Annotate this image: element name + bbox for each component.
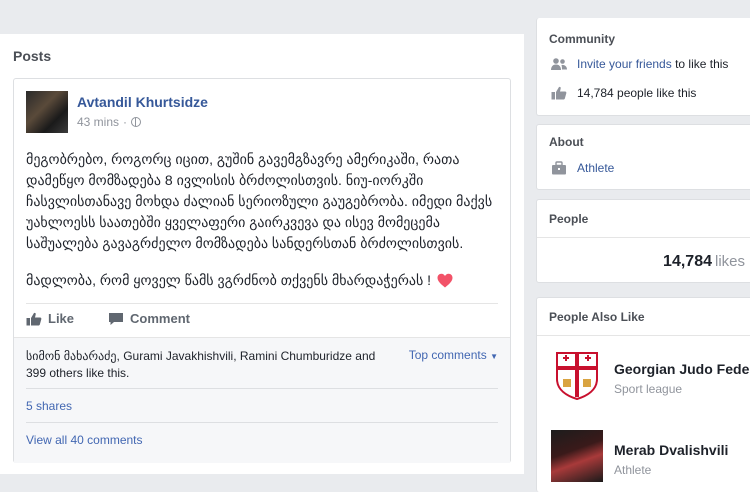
post-author-link[interactable]: Avtandil Khurtsidze (77, 94, 208, 110)
invite-friends-row: Invite your friends to like this (551, 57, 728, 71)
people-also-like-heading: People Also Like (549, 310, 645, 324)
suggested-page-category: Athlete (614, 463, 652, 477)
about-heading: About (549, 135, 584, 149)
community-heading: Community (549, 32, 615, 46)
invite-friends-link[interactable]: Invite your friends (577, 57, 672, 71)
heart-icon (437, 273, 453, 288)
like-button[interactable]: Like (26, 311, 74, 326)
view-all-comments-link[interactable]: View all 40 comments (26, 433, 143, 447)
top-comments-label: Top comments (408, 348, 487, 362)
post-actions: Like Comment (26, 311, 190, 326)
about-category-link[interactable]: Athlete (577, 161, 614, 175)
community-box: Community Invite your friends to like th… (536, 18, 750, 116)
post-thanks-text: მადლობა, რომ ყოველ წამს ვგრძნობ თქვენს მ… (26, 272, 432, 288)
invite-rest-text: to like this (675, 57, 729, 71)
facebook-page: Posts Avtandil Khurtsidze 43 mins · მეგო… (0, 0, 750, 492)
top-comments-dropdown[interactable]: Top comments ▼ (409, 348, 498, 362)
likes-summary[interactable]: სიმონ მახარაძე, Gurami Javakhishvili, Ra… (26, 348, 386, 382)
post-feedback-area: სიმონ მახარაძე, Gurami Javakhishvili, Ra… (14, 337, 510, 463)
people-likes-count[interactable]: 14,784 likes (663, 253, 745, 271)
author-avatar[interactable] (26, 91, 68, 133)
feedback-divider (26, 388, 498, 389)
category-icon (552, 161, 566, 175)
suggested-page-item[interactable]: Georgian Judo Federa Sport league (551, 349, 750, 405)
community-likes-text: 14,784 people like this (577, 86, 697, 100)
comment-button[interactable]: Comment (108, 311, 190, 326)
thumbs-up-icon (551, 86, 567, 100)
also-divider (537, 335, 750, 336)
judo-federation-logo (551, 349, 603, 401)
meta-separator: · (123, 115, 128, 129)
post-divider (26, 303, 498, 304)
posts-column: Posts Avtandil Khurtsidze 43 mins · მეგო… (0, 34, 524, 474)
post-body-text: მეგობრებო, როგორც იცით, გუშინ გავემგზავრ… (26, 151, 493, 251)
suggested-page-name[interactable]: Merab Dvalishvili (614, 442, 728, 458)
suggested-page-category: Sport league (614, 382, 683, 396)
people-count-number: 14,784 (663, 253, 712, 270)
friends-icon (551, 58, 567, 70)
posts-heading: Posts (13, 48, 52, 64)
thumbs-up-icon (26, 312, 42, 325)
community-likes-row: 14,784 people like this (551, 86, 696, 100)
people-likes-word: likes (714, 253, 745, 270)
post-card: Avtandil Khurtsidze 43 mins · მეგობრებო,… (13, 78, 511, 463)
post-thanks-line: მადლობა, რომ ყოველ წამს ვგრძნობ თქვენს მ… (26, 272, 453, 289)
like-label: Like (48, 311, 75, 326)
caret-down-icon: ▼ (490, 352, 498, 361)
merab-dvalishvili-photo (551, 430, 603, 482)
people-box: People 14,784 likes (536, 199, 750, 283)
shares-link[interactable]: 5 shares (26, 399, 72, 413)
suggested-page-item[interactable]: Merab Dvalishvili Athlete (551, 430, 750, 486)
comment-label: Comment (130, 311, 190, 326)
people-also-like-box: People Also Like Georgian Judo Federa Sp… (536, 297, 750, 492)
comment-icon (109, 312, 124, 325)
people-heading: People (549, 212, 589, 226)
suggested-page-name[interactable]: Georgian Judo Federa (614, 361, 750, 377)
feedback-divider (26, 422, 498, 423)
globe-icon[interactable] (131, 117, 142, 127)
people-divider (537, 237, 750, 238)
post-timestamp[interactable]: 43 mins (77, 115, 119, 129)
about-category-row: Athlete (551, 161, 614, 175)
post-meta: 43 mins · (77, 115, 142, 129)
about-box: About Athlete (536, 124, 750, 190)
